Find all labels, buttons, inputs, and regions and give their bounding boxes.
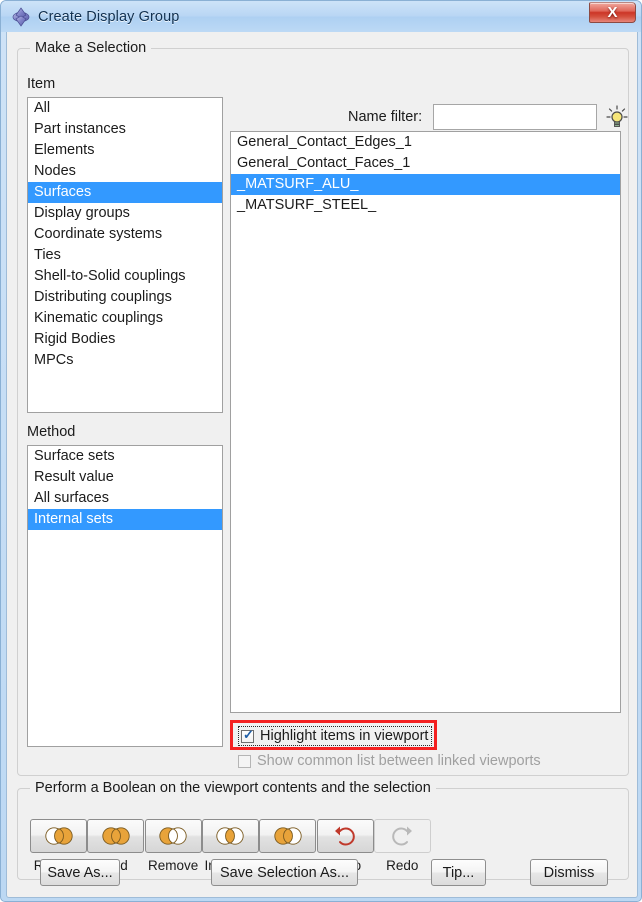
boolean-add-button[interactable] [87,819,145,853]
checkbox-box-unchecked [238,754,251,768]
boolean-undo-button[interactable] [316,819,374,853]
method-listbox[interactable]: Surface sets Result value All surfaces Inte… [27,445,223,747]
item-list-option[interactable]: Kinematic couplings [28,308,222,329]
show-common-list-checkbox: Show common list between linked viewport… [238,753,541,769]
redo-arrow-icon [389,825,415,847]
close-button[interactable]: X [589,2,636,23]
boolean-intersect-button[interactable] [201,819,259,853]
show-common-list-label: Show common list between linked viewport… [257,753,541,769]
highlight-items-label: Highlight items in viewport [260,728,429,744]
venn-remove-icon [153,826,193,846]
method-list-option[interactable]: Internal sets [28,509,222,530]
checkbox-box-checked: ✓ [241,726,254,743]
entity-list-option[interactable]: General_Contact_Edges_1 [231,132,620,153]
check-mark-icon: ✓ [243,726,254,742]
undo-arrow-icon [332,825,358,847]
item-list-option[interactable]: Rigid Bodies [28,329,222,350]
boolean-redo-button [373,819,431,853]
name-filter-input[interactable] [433,104,597,130]
save-selection-as-button[interactable]: Save Selection As... [211,859,358,886]
entity-listbox[interactable]: General_Contact_Edges_1 General_Contact_F… [230,131,621,713]
method-label: Method [27,424,76,440]
tip-button[interactable]: Tip... [431,859,486,886]
item-list-option[interactable]: MPCs [28,350,222,371]
item-list-option[interactable]: Surfaces [28,182,222,203]
boolean-replace-button[interactable] [30,819,87,853]
item-list-option[interactable]: Part instances [28,119,222,140]
item-label: Item [27,76,56,92]
boolean-group-title: Perform a Boolean on the viewport conten… [30,780,436,796]
lightbulb-icon[interactable] [605,104,629,130]
save-as-button[interactable]: Save As... [40,859,120,886]
entity-list-option[interactable]: General_Contact_Faces_1 [231,153,620,174]
title-bar: Create Display Group X [1,1,641,32]
venn-add-icon [96,826,136,846]
dialog-window: Create Display Group X Make a Selection … [0,0,642,902]
highlight-items-checkbox[interactable]: ✓ Highlight items in viewport [238,726,433,746]
boolean-remove-button[interactable] [144,819,202,853]
entity-list-option[interactable]: _MATSURF_ALU_ [231,174,620,195]
entity-list-option[interactable]: _MATSURF_STEEL_ [231,195,620,216]
close-icon: X [607,4,618,21]
item-list-option[interactable]: Distributing couplings [28,287,222,308]
abaqus-diamond-icon [10,6,32,28]
item-listbox[interactable]: All Part instances Elements Nodes Surfaces Di… [27,97,223,413]
item-list-option[interactable]: All [28,98,222,119]
dialog-client-area: Make a Selection Item All Part instances E… [6,32,638,898]
item-list-option[interactable]: Coordinate systems [28,224,222,245]
method-list-option[interactable]: All surfaces [28,488,222,509]
method-list-option[interactable]: Result value [28,467,222,488]
make-a-selection-title: Make a Selection [30,40,152,56]
venn-either-icon [268,826,308,846]
item-list-option[interactable]: Display groups [28,203,222,224]
venn-intersect-icon [210,826,250,846]
item-list-option[interactable]: Ties [28,245,222,266]
name-filter-label: Name filter: [348,109,423,125]
method-list-option[interactable]: Surface sets [28,446,222,467]
venn-replace-icon [39,826,79,846]
item-list-option[interactable]: Shell-to-Solid couplings [28,266,222,287]
item-list-option[interactable]: Elements [28,140,222,161]
boolean-redo-caption: Redo [386,858,419,873]
window-title: Create Display Group [38,8,180,25]
item-list-option[interactable]: Nodes [28,161,222,182]
boolean-either-button[interactable] [259,819,317,853]
dismiss-button[interactable]: Dismiss [530,859,608,886]
